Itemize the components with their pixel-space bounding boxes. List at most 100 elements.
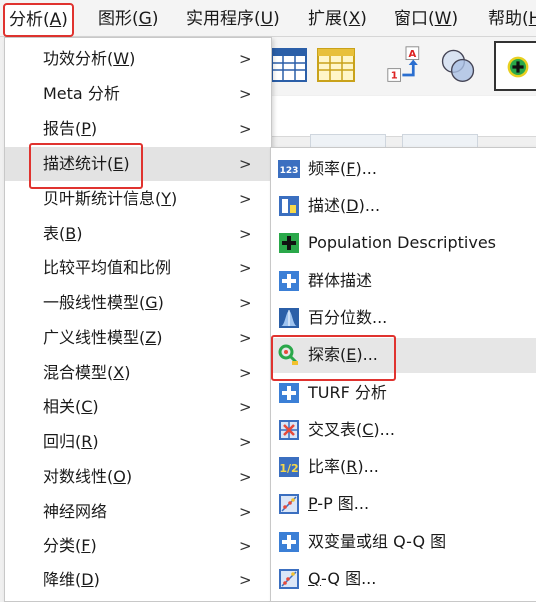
menu-graphs[interactable]: 图形(G) xyxy=(98,7,158,31)
menu-extensions[interactable]: 扩展(X) xyxy=(308,7,367,31)
menu-item-power-analysis[interactable]: 功效分析(W) > xyxy=(5,42,271,76)
submenu-item-label: 交叉表(C)... xyxy=(308,420,395,439)
submenu-item-descriptives[interactable]: 描述(D)... xyxy=(271,189,536,224)
submenu-item-frequencies[interactable]: 123 频率(F)... xyxy=(271,152,536,187)
submenu-item-group-descriptives[interactable]: 群体描述 xyxy=(271,264,536,299)
menu-item-mixed-models[interactable]: 混合模型(X) > xyxy=(5,356,271,390)
menu-item-reports[interactable]: 报告(P) > xyxy=(5,112,271,146)
goto-case-icon[interactable]: A 1 xyxy=(386,45,426,85)
menu-item-meta-analysis[interactable]: Meta 分析 > xyxy=(5,77,271,111)
menu-item-loglinear[interactable]: 对数线性(O) > xyxy=(5,460,271,494)
menu-item-label: 功效分析(W) xyxy=(43,49,136,68)
toolbar: A 1 xyxy=(270,37,536,95)
submenu-item-label: TURF 分析 xyxy=(308,383,387,402)
menu-bar: 分析(A) 图形(G) 实用程序(U) 扩展(X) 窗口(W) 帮助(H xyxy=(0,0,536,37)
menu-item-bayesian[interactable]: 贝叶斯统计信息(Y) > xyxy=(5,182,271,216)
submenu-item-label: 双变量或组 Q-Q 图 xyxy=(308,532,447,551)
submenu-item-label: 群体描述 xyxy=(308,271,373,290)
menu-item-label: 回归(R) xyxy=(43,432,99,451)
submenu-item-label: 频率(F)... xyxy=(308,159,377,178)
menu-item-label: 混合模型(X) xyxy=(43,363,131,382)
svg-text:1/2: 1/2 xyxy=(279,462,298,475)
pp-plot-icon xyxy=(279,494,299,514)
frequencies-icon: 123 xyxy=(278,160,300,178)
submenu-arrow-icon: > xyxy=(239,190,252,208)
submenu-item-label: P-P 图... xyxy=(308,494,370,513)
submenu-item-ratio[interactable]: 1/2 比率(R)... xyxy=(271,450,536,485)
menu-item-label: 对数线性(O) xyxy=(43,467,133,486)
column-header-stub xyxy=(402,134,478,147)
plus-icon xyxy=(279,532,299,552)
plus-icon xyxy=(279,233,299,253)
highlight-box xyxy=(271,335,396,381)
menu-analyze-label: 分析(A) xyxy=(9,10,68,30)
descriptives-icon xyxy=(279,196,299,216)
percentile-icon xyxy=(279,308,299,328)
menu-item-label: 分类(F) xyxy=(43,536,97,555)
menu-item-label: Meta 分析 xyxy=(43,84,120,103)
menu-window[interactable]: 窗口(W) xyxy=(394,7,458,31)
svg-text:1: 1 xyxy=(391,71,398,82)
submenu-item-turf-analysis[interactable]: TURF 分析 xyxy=(271,376,536,411)
menu-item-tables[interactable]: 表(B) > xyxy=(5,217,271,251)
menu-item-label: 比较平均值和比例 xyxy=(43,258,172,277)
menu-help[interactable]: 帮助(H xyxy=(488,7,536,31)
submenu-arrow-icon: > xyxy=(239,398,252,416)
menu-item-label: 降维(D) xyxy=(43,570,100,589)
submenu-item-label: Q-Q 图... xyxy=(308,569,377,588)
menu-item-descriptive-statistics[interactable]: 描述统计(E) > xyxy=(5,143,271,189)
submenu-arrow-icon: > xyxy=(239,225,252,243)
submenu-arrow-icon: > xyxy=(239,120,252,138)
submenu-arrow-icon: > xyxy=(239,85,252,103)
submenu-item-crosstabs[interactable]: 交叉表(C)... xyxy=(271,413,536,448)
qq-plot-icon xyxy=(279,569,299,589)
submenu-item-percentiles[interactable]: 百分位数... xyxy=(271,301,536,336)
data-view-header xyxy=(270,96,536,137)
ratio-icon: 1/2 xyxy=(279,457,299,477)
submenu-item-pp-plots[interactable]: P-P 图... xyxy=(271,487,536,522)
submenu-arrow-icon: > xyxy=(239,468,252,486)
submenu-arrow-icon: > xyxy=(239,571,252,589)
submenu-arrow-icon: > xyxy=(239,294,252,312)
submenu-arrow-icon: > xyxy=(239,329,252,347)
menu-item-label: 贝叶斯统计信息(Y) xyxy=(43,189,178,208)
menu-item-label: 神经网络 xyxy=(43,502,108,521)
menu-item-label: 报告(P) xyxy=(43,119,98,138)
submenu-item-bivariate-qq[interactable]: 双变量或组 Q-Q 图 xyxy=(271,525,536,560)
menu-item-regression[interactable]: 回归(R) > xyxy=(5,425,271,459)
descriptive-statistics-submenu: 123 频率(F)... 描述(D)... Population Descrip… xyxy=(270,147,536,602)
menu-item-classify[interactable]: 分类(F) > xyxy=(5,529,271,563)
menu-item-label: 广义线性模型(Z) xyxy=(43,328,163,347)
menu-item-label: 表(B) xyxy=(43,224,83,243)
submenu-arrow-icon: > xyxy=(239,155,252,173)
menu-utilities[interactable]: 实用程序(U) xyxy=(186,7,280,31)
add-icon[interactable] xyxy=(494,41,536,91)
svg-text:123: 123 xyxy=(280,166,299,176)
menu-item-general-linear-model[interactable]: 一般线性模型(G) > xyxy=(5,286,271,320)
submenu-arrow-icon: > xyxy=(239,537,252,555)
submenu-arrow-icon: > xyxy=(239,259,252,277)
menu-item-correlate[interactable]: 相关(C) > xyxy=(5,390,271,424)
venn-icon[interactable] xyxy=(438,45,478,85)
plus-icon xyxy=(279,271,299,291)
svg-text:A: A xyxy=(408,49,416,60)
submenu-arrow-icon: > xyxy=(239,433,252,451)
submenu-item-label: 描述(D)... xyxy=(308,196,381,215)
table-icon[interactable] xyxy=(270,45,310,85)
plus-icon xyxy=(279,383,299,403)
menu-item-dimension-reduction[interactable]: 降维(D) > xyxy=(5,563,271,597)
menu-item-label: 相关(C) xyxy=(43,397,99,416)
submenu-arrow-icon: > xyxy=(239,50,252,68)
submenu-item-label: 百分位数... xyxy=(308,308,388,327)
menu-analyze[interactable]: 分析(A) xyxy=(3,3,74,37)
submenu-arrow-icon: > xyxy=(239,364,252,382)
menu-item-compare-means[interactable]: 比较平均值和比例 > xyxy=(5,251,271,285)
menu-item-generalized-linear-models[interactable]: 广义线性模型(Z) > xyxy=(5,321,271,355)
submenu-item-population-descriptives[interactable]: Population Descriptives xyxy=(271,226,536,261)
grid-table-icon[interactable] xyxy=(316,45,356,85)
menu-item-neural-networks[interactable]: 神经网络 > xyxy=(5,495,271,529)
menu-item-label: 一般线性模型(G) xyxy=(43,293,164,312)
submenu-item-qq-plots[interactable]: Q-Q 图... xyxy=(271,562,536,597)
crosstabs-icon xyxy=(279,420,299,440)
submenu-item-explore[interactable]: 探索(E)... xyxy=(271,335,536,381)
